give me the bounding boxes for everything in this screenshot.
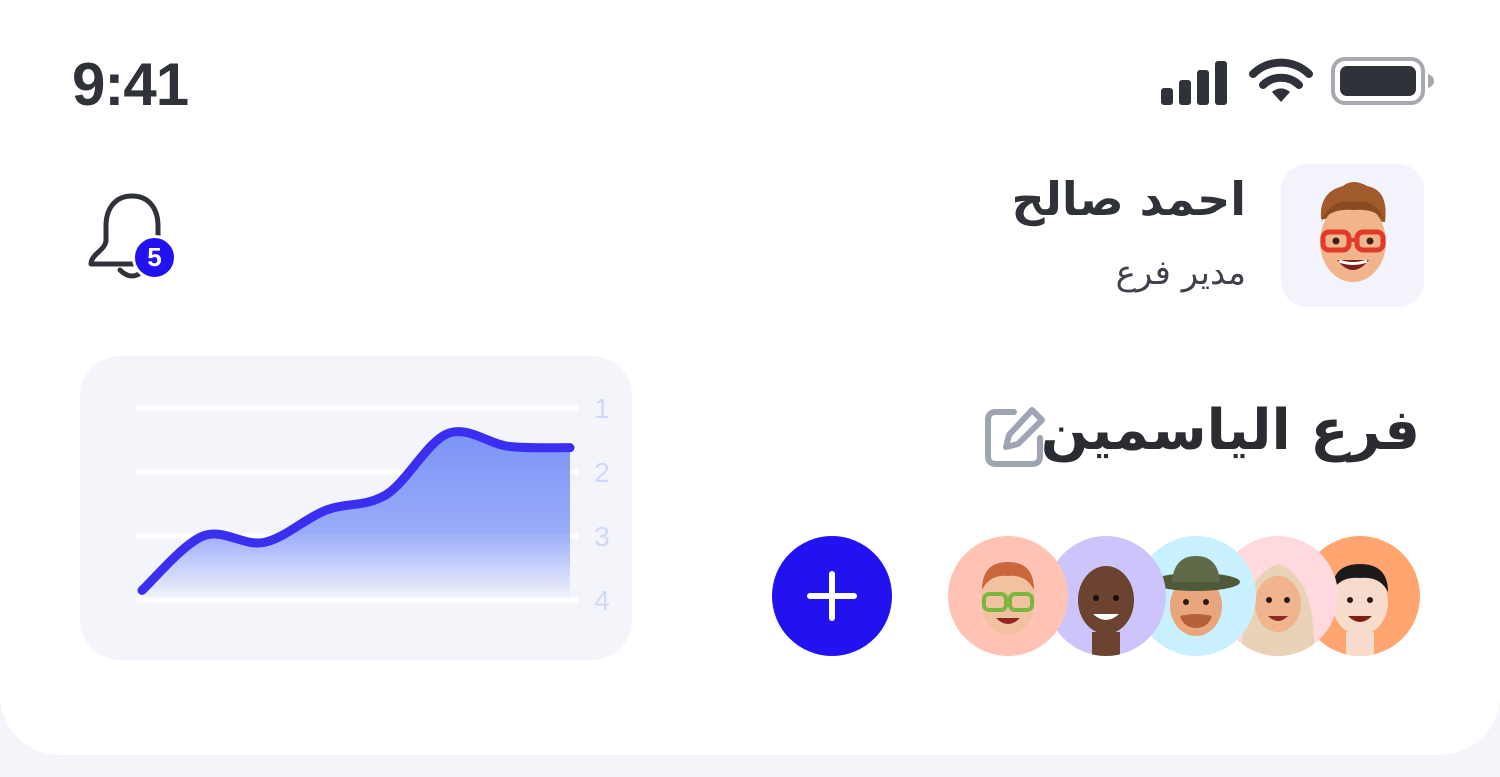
chart-area [142,431,570,600]
chart-svg: 1 2 3 4 [136,393,610,616]
performance-chart: 1 2 3 4 [80,356,632,660]
plus-icon [807,571,857,621]
profile-avatar[interactable] [1281,164,1424,307]
edit-icon[interactable] [982,404,1050,468]
y-tick-label: 3 [594,521,610,552]
y-tick-label: 2 [594,457,610,488]
member-avatar-5[interactable] [948,536,1068,656]
user-role: مدير فرع [1115,253,1246,293]
cellular-signal-icon [1161,61,1227,105]
memoji-glasses-avatar [1320,182,1386,282]
wifi-icon [1249,58,1313,102]
add-member-button[interactable] [772,536,892,656]
memoji-salmon [948,536,1068,656]
header-card: 9:41 5 احمد صالح مدير فرع فرع الياسمين 1… [0,0,1500,755]
y-tick-label: 4 [594,585,610,616]
battery-icon [1331,57,1434,105]
y-tick-label: 1 [594,393,610,424]
status-time: 9:41 [72,51,189,118]
branch-name: فرع الياسمين [1040,398,1420,463]
notification-badge: 5 [132,235,177,280]
user-name: احمد صالح [1011,172,1247,226]
